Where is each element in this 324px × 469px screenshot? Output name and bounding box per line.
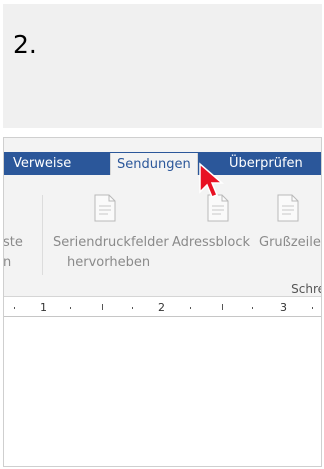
greeting-line-label: Grußzeile [259, 235, 321, 250]
tab-sendungen[interactable]: Sendungen [110, 153, 198, 176]
ruler-label-2: 2 [158, 301, 165, 314]
step-number: 2. [13, 30, 37, 59]
tab-verweise[interactable]: Verweise [13, 152, 71, 175]
ruler-tick [102, 304, 103, 310]
ruler-dot [190, 307, 191, 309]
ribbon-tab-bar: Verweise Sendungen Überprüfen [4, 138, 321, 176]
ruler-tick [222, 304, 223, 310]
ribbon-tab-strip: Verweise Sendungen Überprüfen [4, 152, 321, 176]
tab-ueberpruefen[interactable]: Überprüfen [229, 152, 303, 175]
ruler-label-3: 3 [280, 301, 287, 314]
ruler-dot [312, 307, 313, 309]
highlight-merge-fields-label-2: hervorheben [67, 255, 151, 270]
ruler-dot [132, 307, 133, 309]
ribbon-separator [42, 195, 43, 275]
ribbon-group-label: Schre [291, 282, 322, 296]
ruler-dot [70, 307, 71, 309]
ruler-dot [14, 307, 15, 309]
ruler-label-1: 1 [40, 301, 47, 314]
partial-button-label-2: n [3, 255, 12, 270]
mouse-cursor-icon [199, 162, 225, 198]
document-area[interactable] [4, 318, 321, 466]
document-icon [277, 194, 299, 222]
horizontal-ruler[interactable]: 1 2 3 [4, 298, 321, 317]
highlight-merge-fields-label-1: Seriendruckfelder [53, 235, 169, 250]
step-card: 2. [3, 4, 322, 128]
partial-button-label: ste [3, 235, 23, 250]
ribbon-panel: ste n Seriendruckfelder hervorheben Adre… [4, 175, 321, 297]
address-block-label: Adressblock [172, 235, 251, 250]
word-screenshot: Verweise Sendungen Überprüfen ste n Seri… [3, 137, 322, 467]
document-icon [94, 194, 116, 222]
ruler-dot [252, 307, 253, 309]
